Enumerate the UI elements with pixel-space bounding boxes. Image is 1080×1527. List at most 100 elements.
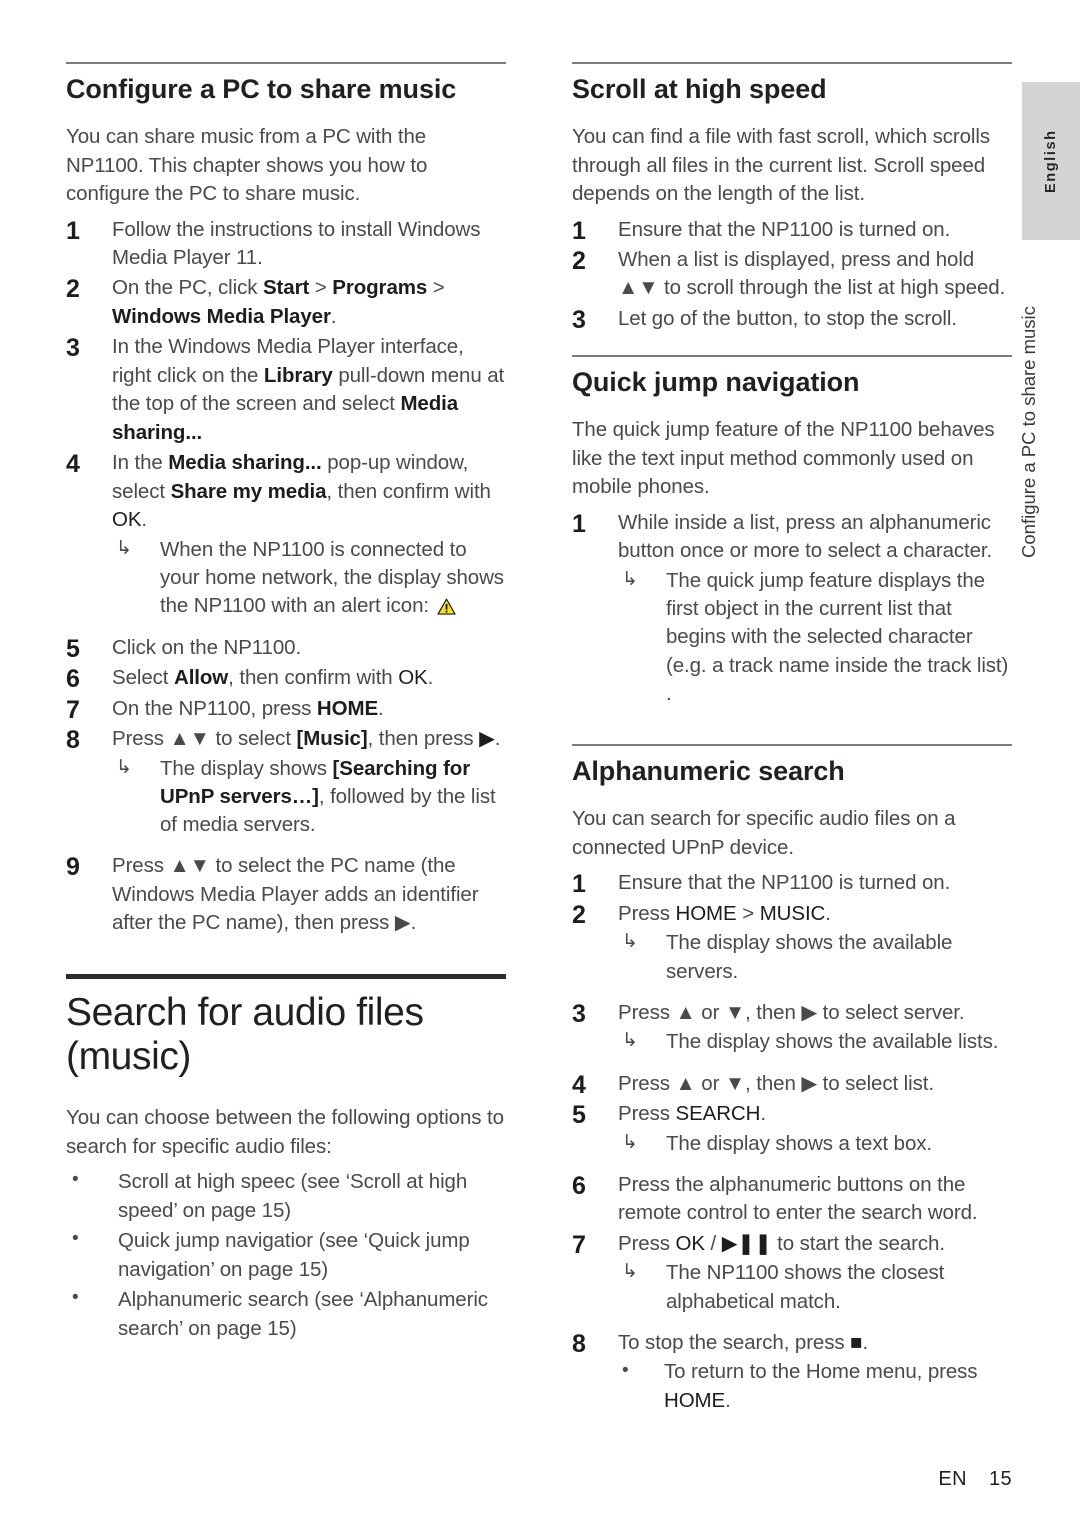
step-sep: > — [309, 276, 333, 300]
step-text-post: . — [760, 1102, 766, 1126]
list-item: • Quick jump navigatior (see ‘Quick jump… — [66, 1227, 506, 1284]
step-text-pre: Press — [618, 1102, 676, 1126]
step-number: 8 — [572, 1329, 586, 1358]
footer-page-number: 15 — [988, 1468, 1012, 1490]
chapter-rule — [66, 973, 506, 979]
ui-term-media-sharing-popup: Media sharing... — [168, 451, 322, 475]
step-text-post: . — [378, 696, 384, 720]
step-note: ↳ The display shows [Searching for UPnP … — [112, 755, 506, 840]
step-text: Press ▲ or ▼, then ▶ to select server. — [618, 1000, 965, 1024]
heading-scroll-high-speed: Scroll at high speed — [572, 74, 827, 104]
intro-quick-jump-navigation: The quick jump feature of the NP1100 beh… — [572, 418, 995, 499]
step-text: Click on the NP1100. — [112, 635, 302, 659]
bullet-icon: • — [622, 1360, 629, 1382]
step-item: 2 Press HOME > MUSIC. ↳ The display show… — [572, 900, 1012, 986]
language-tab: English — [1022, 82, 1080, 240]
note-text-pre: To return to the Home menu, press — [664, 1360, 978, 1384]
steps-alphanumeric-search: 1 Ensure that the NP1100 is turned on. 2… — [572, 869, 1012, 1415]
page-footer: EN 15 — [938, 1468, 1012, 1491]
step-number: 2 — [572, 246, 586, 275]
arrow-icon: ↳ — [622, 931, 638, 953]
list-item: • Alphanumeric search (see ‘Alphanumeric… — [66, 1286, 506, 1343]
stop-icon: ■ — [850, 1330, 863, 1354]
step-number: 8 — [66, 726, 80, 755]
step-item: 5 Press SEARCH. ↳ The display shows a te… — [572, 1100, 1012, 1158]
play-pause-icon: ▶❚❚ — [721, 1231, 772, 1255]
step-text: Press ▲ or ▼, then ▶ to select list. — [618, 1071, 934, 1095]
ui-term-library: Library — [263, 363, 333, 387]
language-tab-label: English — [1043, 129, 1059, 193]
step-note: ↳ The display shows a text box. — [618, 1130, 1012, 1158]
key-home: HOME — [675, 901, 737, 925]
step-text: Follow the instructions to install Windo… — [112, 217, 481, 269]
steps-scroll-high-speed: 1 Ensure that the NP1100 is turned on. 2… — [572, 216, 1012, 334]
step-item: 1 Ensure that the NP1100 is turned on. — [572, 216, 1012, 245]
step-item: 3 In the Windows Media Player interface,… — [66, 333, 506, 447]
options-list: • Scroll at high speec (see ‘Scroll at h… — [66, 1168, 506, 1343]
step-text: Ensure that the NP1100 is turned on. — [618, 871, 951, 895]
step-mid: / — [704, 1231, 722, 1255]
step-item: 8 Press ▲▼ to select [Music], then press… — [66, 725, 506, 839]
step-text-post: . — [494, 727, 501, 751]
intro-scroll-high-speed: You can find a file with fast scroll, wh… — [572, 125, 990, 206]
arrow-icon: ↳ — [622, 1261, 638, 1283]
step-number: 2 — [572, 900, 586, 929]
ui-term-ok: OK — [112, 508, 142, 532]
step-item: 2 When a list is displayed, press and ho… — [572, 246, 1012, 303]
step-item: 3 Let go of the button, to stop the scro… — [572, 305, 1012, 334]
step-mid: , then confirm with — [228, 666, 399, 690]
note-text: The NP1100 shows the closest alphabetica… — [666, 1261, 945, 1313]
step-text-post: . — [862, 1330, 869, 1354]
bullet-icon: • — [72, 1287, 79, 1309]
footer-language-code: EN — [938, 1468, 967, 1490]
step-note: • To return to the Home menu, press HOME… — [618, 1358, 1012, 1415]
step-item: 6 Select Allow, then confirm with OK. — [66, 664, 506, 693]
step-item: 1 Follow the instructions to install Win… — [66, 216, 506, 273]
note-text: The display shows the available servers. — [666, 931, 953, 983]
step-number: 3 — [572, 305, 586, 334]
step-note: ↳ The NP1100 shows the closest alphabeti… — [618, 1259, 1012, 1316]
step-item: 1 Ensure that the NP1100 is turned on. — [572, 869, 1012, 898]
section-rule — [572, 744, 1012, 747]
step-mid: , then confirm with — [326, 479, 491, 503]
step-number: 3 — [66, 334, 80, 363]
step-text: Let go of the button, to stop the scroll… — [618, 306, 957, 330]
key-ok: OK — [675, 1231, 706, 1255]
step-text: Ensure that the NP1100 is turned on. — [618, 217, 951, 241]
section-rule — [572, 355, 1012, 358]
note-text-post: . — [725, 1388, 731, 1412]
step-text-post: . — [330, 304, 337, 328]
step-item: 6 Press the alphanumeric buttons on the … — [572, 1171, 1012, 1228]
ui-term-music: [Music] — [296, 727, 368, 751]
arrow-icon: ↳ — [116, 537, 132, 559]
step-text-pre: Press — [618, 1231, 676, 1255]
list-item-text: Quick jump navigatior (see ‘Quick jump n… — [118, 1229, 470, 1281]
note-text: The display shows the available lists. — [666, 1030, 999, 1054]
heading-search-audio-files: Search for audio files (music) — [66, 990, 424, 1078]
step-note: ↳ The display shows the available server… — [618, 929, 1012, 986]
arrow-icon: ↳ — [622, 1030, 638, 1052]
step-text-pre: On the PC, click — [112, 276, 263, 300]
list-item: • Scroll at high speec (see ‘Scroll at h… — [66, 1168, 506, 1225]
step-text: Press the alphanumeric buttons on the re… — [618, 1172, 978, 1225]
step-text-post: to start the search. — [771, 1231, 945, 1255]
step-item: 2 On the PC, click Start > Programs > Wi… — [66, 274, 506, 331]
section-rule — [66, 62, 506, 64]
step-number: 1 — [66, 216, 80, 245]
step-number: 9 — [66, 853, 80, 882]
step-text-pre: Press ▲▼ to select — [112, 727, 297, 751]
intro-configure-pc: You can share music from a PC with the N… — [66, 125, 428, 206]
step-text-pre: Press — [618, 901, 676, 925]
step-text-pre: On the NP1100, press — [112, 696, 317, 720]
heading-configure-pc: Configure a PC to share music — [66, 74, 457, 104]
step-number: 4 — [66, 450, 80, 479]
step-item: 4 Press ▲ or ▼, then ▶ to select list. — [572, 1070, 1012, 1099]
right-arrow-icon: ▶ — [479, 727, 495, 751]
step-item: 9 Press ▲▼ to select the PC name (the Wi… — [66, 852, 506, 937]
ui-term-start: Start — [262, 276, 310, 300]
step-text-pre: In the — [112, 451, 169, 475]
list-item-text: Scroll at high speec (see ‘Scroll at hig… — [118, 1170, 468, 1222]
step-item: 7 On the NP1100, press HOME. — [66, 695, 506, 724]
step-text-post: . — [825, 901, 831, 925]
step-text-post: . — [141, 508, 148, 532]
